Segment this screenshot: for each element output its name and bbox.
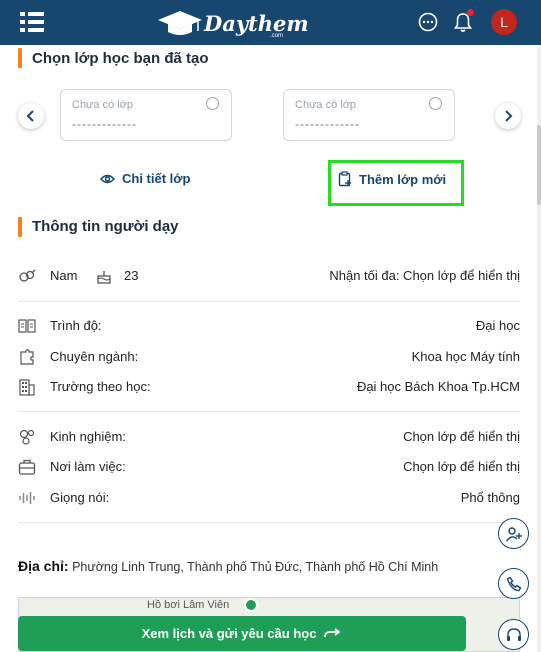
address-line: Địa chỉ: Phường Linh Trung, Thành phố Th… xyxy=(18,558,438,574)
info-row-experience: Kinh nghiệm: Chọn lớp để hiển thị xyxy=(18,427,520,447)
class-card[interactable]: Chưa có lớp ------------- xyxy=(60,89,232,141)
puzzle-icon xyxy=(20,349,34,365)
class-radio[interactable] xyxy=(429,97,442,110)
divider xyxy=(18,522,520,523)
info-label: Nơi làm việc: xyxy=(50,459,126,474)
class-card-placeholder: Chưa có lớp xyxy=(295,99,357,111)
info-label: Chuyên ngành: xyxy=(50,349,139,364)
info-label: Kinh nghiệm: xyxy=(50,429,126,444)
carousel-next-button[interactable] xyxy=(495,103,521,129)
class-radio[interactable] xyxy=(206,97,219,110)
class-detail-label: Chi tiết lớp xyxy=(122,171,191,186)
map-pin-icon xyxy=(244,598,258,612)
gender-value: Nam xyxy=(50,268,78,283)
graduation-cap-icon xyxy=(158,11,202,35)
address-value: Phường Linh Trung, Thành phố Thủ Đức, Th… xyxy=(72,560,439,574)
info-value: Phổ thông xyxy=(460,490,520,505)
call-button[interactable] xyxy=(498,568,529,599)
chat-icon[interactable] xyxy=(417,11,439,33)
headset-icon xyxy=(506,627,521,641)
info-row-school: Trường theo học: Đại học Bách Khoa Tp.HC… xyxy=(18,377,520,397)
user-avatar[interactable]: L xyxy=(491,9,517,35)
tutor-basic-info-row: Nam 23 Nhận tối đa: Chọn lớp để hiển thị xyxy=(18,266,520,286)
tutor-section-title: Thông tin người dạy xyxy=(32,218,179,235)
class-card-value: ------------- xyxy=(295,117,360,131)
section-accent-bar xyxy=(18,48,22,68)
logo-text: Daythem xyxy=(204,10,309,36)
view-schedule-request-button[interactable]: Xem lịch và gửi yêu cầu học xyxy=(18,616,466,651)
divider xyxy=(18,301,520,302)
class-card-placeholder: Chưa có lớp xyxy=(72,99,134,111)
carousel-prev-button[interactable] xyxy=(18,103,44,129)
scrollbar-track[interactable] xyxy=(537,45,541,652)
section-accent-bar xyxy=(18,217,22,237)
logo-subtext: .com xyxy=(270,33,284,39)
support-button[interactable] xyxy=(498,619,529,650)
class-section-title: Chọn lớp học bạn đã tạo xyxy=(32,50,209,67)
info-value: Đại học Bách Khoa Tp.HCM xyxy=(356,379,520,394)
info-label: Trình độ: xyxy=(50,318,102,333)
experience-icon xyxy=(19,429,35,445)
info-row-voice: Giọng nói: Phổ thông xyxy=(18,488,520,508)
book-icon xyxy=(18,319,36,333)
divider xyxy=(18,411,520,412)
scrollbar-thumb[interactable] xyxy=(537,125,541,205)
gender-icon xyxy=(19,269,36,282)
map-place-label: Hồ bơi Lâm Viên xyxy=(147,599,230,611)
info-row-major: Chuyên ngành: Khoa học Máy tính xyxy=(18,347,520,367)
class-detail-link[interactable]: Chi tiết lớp xyxy=(100,171,190,186)
user-add-icon xyxy=(505,526,522,541)
cta-label: Xem lịch và gửi yêu cầu học xyxy=(141,626,317,641)
info-label: Giọng nói: xyxy=(50,490,110,505)
info-value: Khoa học Máy tính xyxy=(411,349,520,364)
info-row-education-level: Trình độ: Đại học xyxy=(18,316,520,336)
info-value: Chọn lớp để hiển thị xyxy=(403,429,520,444)
info-label: Trường theo học: xyxy=(50,379,151,394)
class-card-value: ------------- xyxy=(72,117,137,131)
info-row-workplace: Nơi làm việc: Chọn lớp để hiển thị xyxy=(18,457,520,477)
age-value: 23 xyxy=(124,268,139,283)
max-students-value: Nhận tối đa: Chọn lớp để hiển thị xyxy=(329,268,520,283)
add-class-link[interactable]: Thêm lớp mới xyxy=(338,171,446,187)
info-value: Chọn lớp để hiển thị xyxy=(403,459,520,474)
building-icon xyxy=(19,379,35,396)
phone-icon xyxy=(506,576,521,591)
add-class-label: Thêm lớp mới xyxy=(359,171,447,187)
voice-icon xyxy=(19,492,35,504)
briefcase-icon xyxy=(18,459,36,475)
arrow-right-icon xyxy=(324,627,341,637)
add-contact-button[interactable] xyxy=(498,518,529,549)
class-card[interactable]: Chưa có lớp ------------- xyxy=(283,89,455,141)
menu-icon[interactable] xyxy=(20,11,44,33)
birthday-cake-icon xyxy=(97,271,111,284)
eye-icon xyxy=(100,174,115,183)
info-value: Đại học xyxy=(475,318,520,333)
chevron-right-icon xyxy=(505,110,513,122)
notification-badge xyxy=(467,9,474,16)
chevron-left-icon xyxy=(26,110,34,122)
top-navigation-bar: Daythem .com L xyxy=(0,0,541,45)
address-label: Địa chỉ: xyxy=(18,558,69,574)
clipboard-add-icon xyxy=(338,171,351,187)
daythem-logo[interactable]: Daythem .com xyxy=(158,8,309,39)
